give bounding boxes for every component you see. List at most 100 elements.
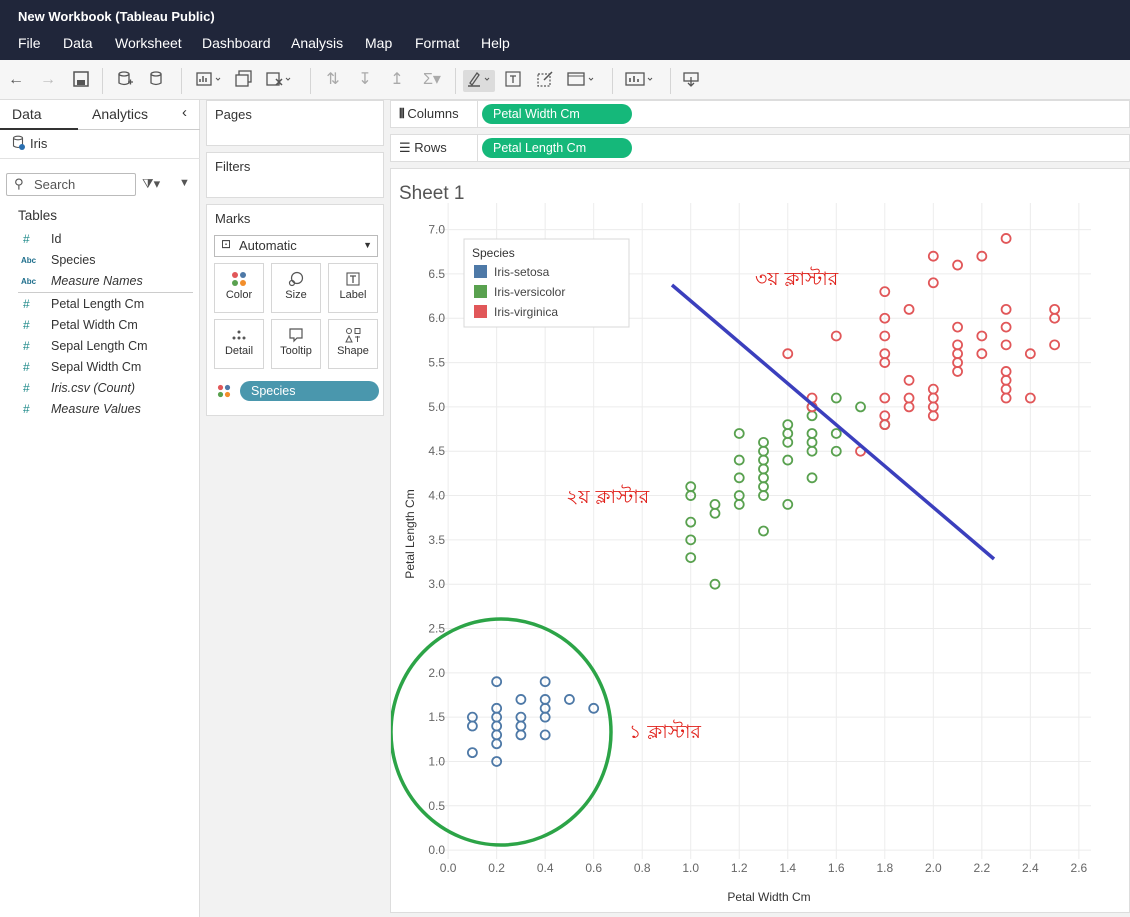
pause-updates-icon[interactable] bbox=[146, 70, 168, 92]
highlight-icon[interactable] bbox=[463, 70, 495, 92]
point-iris-versicolor[interactable] bbox=[709, 499, 721, 510]
label-button[interactable]: Label bbox=[328, 263, 378, 313]
tab-divider bbox=[78, 129, 200, 130]
point-iris-virginica[interactable] bbox=[903, 303, 915, 315]
tooltip-icon bbox=[272, 327, 320, 345]
tab-data[interactable]: Data bbox=[12, 106, 42, 122]
point-iris-virginica[interactable] bbox=[1049, 303, 1061, 315]
field-petal-width[interactable]: # Petal Width Cm bbox=[0, 317, 200, 337]
color-button[interactable]: Color bbox=[214, 263, 264, 313]
field-sepal-length[interactable]: # Sepal Length Cm bbox=[0, 338, 200, 358]
measure-icon: # bbox=[23, 402, 30, 416]
fit-view-icon[interactable] bbox=[565, 70, 597, 92]
species-color-pill[interactable]: Species bbox=[240, 381, 379, 401]
swap-axes-icon[interactable]: ⇅ bbox=[322, 70, 344, 92]
field-id[interactable]: # Id bbox=[0, 231, 200, 251]
menu-analysis[interactable]: Analysis bbox=[291, 35, 343, 51]
menu-file[interactable]: File bbox=[18, 35, 41, 51]
pane-menu-icon[interactable]: ▼ bbox=[179, 177, 190, 189]
point-iris-versicolor[interactable] bbox=[758, 472, 769, 484]
point-iris-versicolor[interactable] bbox=[709, 507, 721, 519]
redo-icon[interactable]: → bbox=[37, 70, 59, 92]
data-pane: Data Analytics ‹ Iris ⚲ Search ⧩▾ ▼ Tabl… bbox=[0, 100, 200, 917]
menu-worksheet[interactable]: Worksheet bbox=[115, 35, 182, 51]
point-iris-virginica[interactable] bbox=[952, 339, 963, 351]
search-input[interactable]: ⚲ Search bbox=[6, 173, 136, 196]
save-icon[interactable] bbox=[70, 70, 92, 92]
point-iris-versicolor[interactable] bbox=[806, 436, 818, 448]
point-iris-setosa[interactable] bbox=[466, 747, 478, 759]
point-iris-versicolor[interactable] bbox=[806, 410, 818, 422]
shape-button[interactable]: Shape bbox=[328, 319, 378, 369]
point-iris-versicolor[interactable] bbox=[758, 463, 769, 475]
field-measure-values[interactable]: # Measure Values bbox=[0, 401, 200, 421]
menu-data[interactable]: Data bbox=[63, 35, 93, 51]
point-iris-virginica[interactable] bbox=[1000, 303, 1012, 315]
measure-icon: # bbox=[23, 297, 30, 311]
tab-analytics[interactable]: Analytics bbox=[92, 106, 148, 122]
point-iris-versicolor[interactable] bbox=[806, 428, 818, 439]
menu-dashboard[interactable]: Dashboard bbox=[202, 35, 271, 51]
field-species[interactable]: Abc Species bbox=[0, 252, 200, 272]
point-iris-virginica[interactable] bbox=[903, 392, 915, 404]
filter-fields-icon[interactable]: ⧩▾ bbox=[142, 176, 160, 192]
filters-card[interactable]: Filters bbox=[206, 152, 384, 198]
field-sepal-width[interactable]: # Sepal Width Cm bbox=[0, 359, 200, 379]
share-icon[interactable] bbox=[680, 70, 702, 92]
point-iris-versicolor[interactable] bbox=[758, 525, 769, 537]
point-iris-versicolor[interactable] bbox=[758, 454, 769, 466]
point-iris-virginica[interactable] bbox=[1000, 339, 1012, 351]
show-labels-icon[interactable] bbox=[502, 70, 524, 92]
point-iris-virginica[interactable] bbox=[952, 321, 963, 333]
point-iris-virginica[interactable] bbox=[1000, 392, 1012, 404]
detail-button[interactable]: Detail bbox=[214, 319, 264, 369]
point-iris-setosa[interactable] bbox=[515, 729, 527, 741]
totals-icon[interactable]: Σ▾ bbox=[418, 70, 446, 92]
columns-pill[interactable]: Petal Width Cm bbox=[482, 104, 632, 124]
pages-card[interactable]: Pages bbox=[206, 100, 384, 146]
menu-format[interactable]: Format bbox=[415, 35, 459, 51]
point-iris-setosa[interactable] bbox=[564, 694, 575, 705]
point-iris-setosa[interactable] bbox=[515, 720, 527, 732]
point-iris-virginica[interactable] bbox=[1000, 366, 1012, 377]
tooltip-button[interactable]: Tooltip bbox=[271, 319, 321, 369]
point-iris-versicolor[interactable] bbox=[758, 481, 769, 493]
datasource-name[interactable]: Iris bbox=[30, 136, 47, 151]
undo-icon[interactable]: ← bbox=[5, 70, 27, 92]
menu-map[interactable]: Map bbox=[365, 35, 392, 51]
sort-ascending-icon[interactable]: ↧ bbox=[354, 70, 376, 92]
menu-help[interactable]: Help bbox=[481, 35, 510, 51]
size-button[interactable]: Size bbox=[271, 263, 321, 313]
legend[interactable]: Species Iris-setosa Iris-versicolor Iris… bbox=[463, 238, 630, 328]
point-iris-versicolor[interactable] bbox=[758, 436, 769, 448]
new-datasource-icon[interactable] bbox=[114, 70, 136, 92]
show-me-icon[interactable] bbox=[624, 70, 656, 92]
collapse-pane-icon[interactable]: ‹ bbox=[182, 104, 187, 121]
point-iris-setosa[interactable] bbox=[466, 720, 478, 732]
field-measure-names[interactable]: Abc Measure Names bbox=[0, 273, 200, 293]
point-iris-virginica[interactable] bbox=[952, 366, 963, 377]
point-iris-virginica[interactable] bbox=[952, 259, 963, 271]
rows-shelf[interactable]: ☰ Rows Petal Length Cm bbox=[390, 134, 1130, 162]
duplicate-sheet-icon[interactable] bbox=[233, 70, 255, 92]
rows-pill[interactable]: Petal Length Cm bbox=[482, 138, 632, 158]
clear-sheet-icon[interactable] bbox=[265, 70, 293, 92]
field-petal-length[interactable]: # Petal Length Cm bbox=[0, 296, 200, 316]
columns-shelf[interactable]: ⦀ Columns Petal Width Cm bbox=[390, 100, 1130, 128]
new-worksheet-icon[interactable] bbox=[195, 70, 223, 92]
mark-type-dropdown[interactable]: ⊡ Automatic ▼ bbox=[214, 235, 378, 257]
format-workbook-icon[interactable] bbox=[534, 70, 556, 92]
point-iris-virginica[interactable] bbox=[1049, 339, 1061, 351]
point-iris-virginica[interactable] bbox=[1000, 374, 1012, 386]
point-iris-virginica[interactable] bbox=[903, 374, 915, 386]
legend-item-virginica: Iris-virginica bbox=[494, 305, 558, 319]
sort-descending-icon[interactable]: ↥ bbox=[386, 70, 408, 92]
field-count[interactable]: # Iris.csv (Count) bbox=[0, 380, 200, 400]
point-iris-virginica[interactable] bbox=[1000, 321, 1012, 333]
color-icon bbox=[215, 271, 263, 289]
point-iris-virginica[interactable] bbox=[1000, 233, 1012, 244]
point-iris-virginica[interactable] bbox=[952, 348, 963, 360]
point-iris-setosa[interactable] bbox=[515, 694, 527, 705]
point-iris-versicolor[interactable] bbox=[806, 472, 818, 484]
point-iris-virginica[interactable] bbox=[1000, 383, 1012, 395]
